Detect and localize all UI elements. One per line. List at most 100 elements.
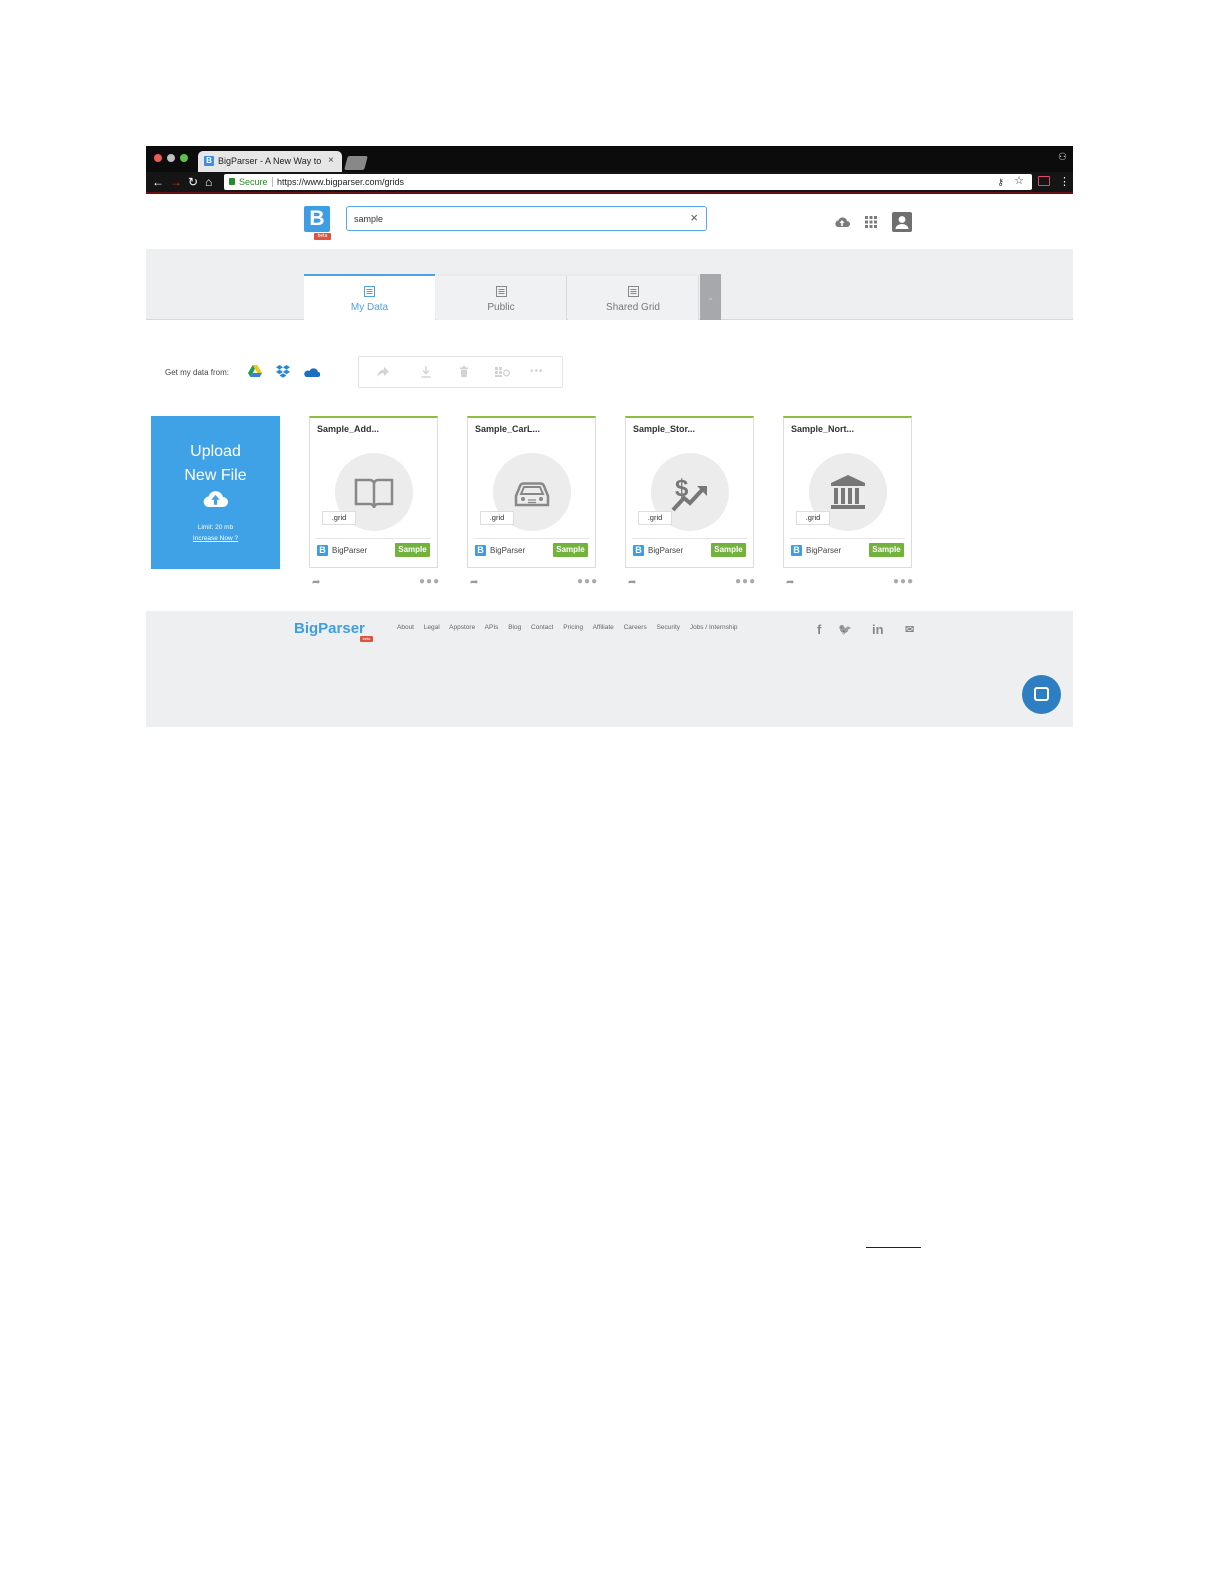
browser-titlebar: B BigParser - A New Way to Sea × ⚇ (146, 146, 1073, 172)
browser-tab[interactable]: B BigParser - A New Way to Sea × (198, 151, 342, 172)
footer-logo[interactable]: BigParser (294, 620, 365, 637)
owner-logo-icon: B (633, 545, 644, 556)
new-tab-button[interactable] (344, 156, 368, 170)
move-icon[interactable] (495, 367, 510, 377)
tab-label: My Data (350, 302, 389, 313)
cloud-upload-icon (203, 491, 228, 507)
upload-title-line-2: New File (184, 467, 247, 484)
forward-icon[interactable]: → (170, 174, 182, 190)
list-icon (495, 286, 507, 297)
card-more-icon[interactable]: ●●● (893, 576, 914, 588)
footer-link-blog[interactable]: Blog (508, 624, 521, 631)
linkedin-icon[interactable]: in (872, 622, 884, 637)
card-divider (316, 538, 431, 539)
maximize-window-icon[interactable] (180, 154, 188, 162)
key-icon[interactable]: ⚷ (997, 174, 1004, 190)
card-share-icon[interactable]: ➦ (628, 577, 636, 589)
cloud-upload-icon[interactable] (834, 216, 850, 228)
page-rule (866, 1247, 921, 1248)
address-bar[interactable]: Secure https://www.bigparser.com/grids ⚷… (224, 174, 1032, 190)
sample-badge: Sample (869, 543, 904, 557)
tab-title: BigParser - A New Way to Sea (218, 156, 322, 166)
cast-icon[interactable] (1038, 176, 1050, 186)
clear-search-icon[interactable]: × (690, 211, 698, 225)
search-box: × (346, 206, 707, 231)
facebook-icon[interactable]: f (817, 622, 821, 637)
footer-link-jobs[interactable]: Jobs / Internship (690, 624, 738, 631)
grid-card[interactable]: Sample_Add... .grid B BigParser Sample (309, 416, 438, 568)
footer-link-pricing[interactable]: Pricing (563, 624, 583, 631)
close-window-icon[interactable] (154, 154, 162, 162)
card-share-icon[interactable]: ➦ (786, 577, 794, 589)
footer-link-apis[interactable]: APIs (485, 624, 499, 631)
file-type-tag: .grid (638, 511, 672, 525)
footer-link-contact[interactable]: Contact (531, 624, 553, 631)
google-drive-icon[interactable] (248, 365, 262, 377)
chat-launcher-button[interactable] (1022, 675, 1061, 714)
user-avatar-icon[interactable] (892, 212, 912, 232)
footer: BigParser beta About Legal Appstore APIs… (146, 611, 1073, 727)
apps-grid-icon[interactable] (865, 216, 877, 228)
file-type-tag: .grid (796, 511, 830, 525)
onedrive-icon[interactable] (303, 367, 320, 377)
upload-limit: Limit: 20 mb (197, 524, 234, 531)
trash-icon[interactable] (460, 366, 468, 377)
owner-logo-icon: B (791, 545, 802, 556)
owner-logo-icon: B (317, 545, 328, 556)
browser-menu-icon[interactable]: ⋮ (1059, 174, 1070, 190)
dollar-chart-icon: $ (671, 475, 707, 512)
home-icon[interactable]: ⌂ (205, 174, 212, 190)
share-icon[interactable] (377, 367, 389, 377)
footer-link-appstore[interactable]: Appstore (449, 624, 475, 631)
sample-badge: Sample (395, 543, 430, 557)
footer-link-security[interactable]: Security (657, 624, 680, 631)
twitter-icon[interactable]: 🐦 (838, 623, 852, 636)
file-type-tag: .grid (480, 511, 514, 525)
card-more-icon[interactable]: ●●● (577, 576, 598, 588)
reload-icon[interactable]: ↻ (188, 174, 198, 190)
footer-link-about[interactable]: About (397, 624, 414, 631)
card-share-icon[interactable]: ➦ (312, 577, 320, 589)
sample-badge: Sample (553, 543, 588, 557)
card-more-icon[interactable]: ●●● (735, 576, 756, 588)
grid-card[interactable]: Sample_Nort... .grid B BigParser Sample (783, 416, 912, 568)
tab-public[interactable]: Public (436, 274, 567, 320)
footer-links: About Legal Appstore APIs Blog Contact P… (397, 624, 746, 631)
download-icon[interactable] (421, 366, 431, 378)
footer-link-legal[interactable]: Legal (424, 624, 440, 631)
favicon-icon: B (204, 156, 214, 166)
mail-icon[interactable]: ✉ (905, 623, 914, 636)
upload-new-file-card[interactable]: Upload New File Limit: 20 mb Increase No… (151, 416, 280, 569)
bookmark-star-icon[interactable]: ☆ (1014, 174, 1024, 189)
dropbox-icon[interactable] (276, 365, 290, 378)
footer-beta-badge: beta (360, 636, 373, 642)
app-logo[interactable]: B (304, 206, 330, 232)
card-owner: BigParser (490, 546, 526, 555)
owner-logo-icon: B (475, 545, 486, 556)
address-separator (272, 177, 273, 187)
footer-link-careers[interactable]: Careers (624, 624, 647, 631)
card-owner: BigParser (648, 546, 684, 555)
list-icon (364, 286, 375, 297)
tab-close-icon[interactable]: × (328, 155, 334, 167)
tab-my-data[interactable]: My Data (304, 274, 435, 320)
card-title: Sample_Nort... (791, 424, 855, 434)
search-input[interactable] (354, 211, 674, 226)
more-icon[interactable]: ••• (530, 365, 544, 379)
tabs-more-chevron-down-icon[interactable]: ⌄ (700, 274, 721, 320)
card-title: Sample_CarL... (475, 424, 541, 434)
browser-screenshot: B BigParser - A New Way to Sea × ⚇ ← → ↻… (146, 146, 1073, 727)
action-bar: ••• (358, 356, 563, 388)
card-more-icon[interactable]: ●●● (419, 576, 440, 588)
back-icon[interactable]: ← (152, 174, 164, 190)
tab-shared-grid[interactable]: Shared Grid (568, 274, 699, 320)
upload-title-line-1: Upload (190, 443, 241, 460)
increase-limit-link[interactable]: Increase Now ? (151, 535, 280, 542)
grid-card[interactable]: Sample_CarL... .grid B BigParser Sample (467, 416, 596, 568)
footer-link-affiliate[interactable]: Affiliate (593, 624, 614, 631)
grid-card[interactable]: Sample_Stor... $ .grid B BigParser Sampl… (625, 416, 754, 568)
minimize-window-icon[interactable] (167, 154, 175, 162)
card-owner: BigParser (806, 546, 842, 555)
card-share-icon[interactable]: ➦ (470, 577, 478, 589)
toolbar-divider (146, 192, 1073, 194)
